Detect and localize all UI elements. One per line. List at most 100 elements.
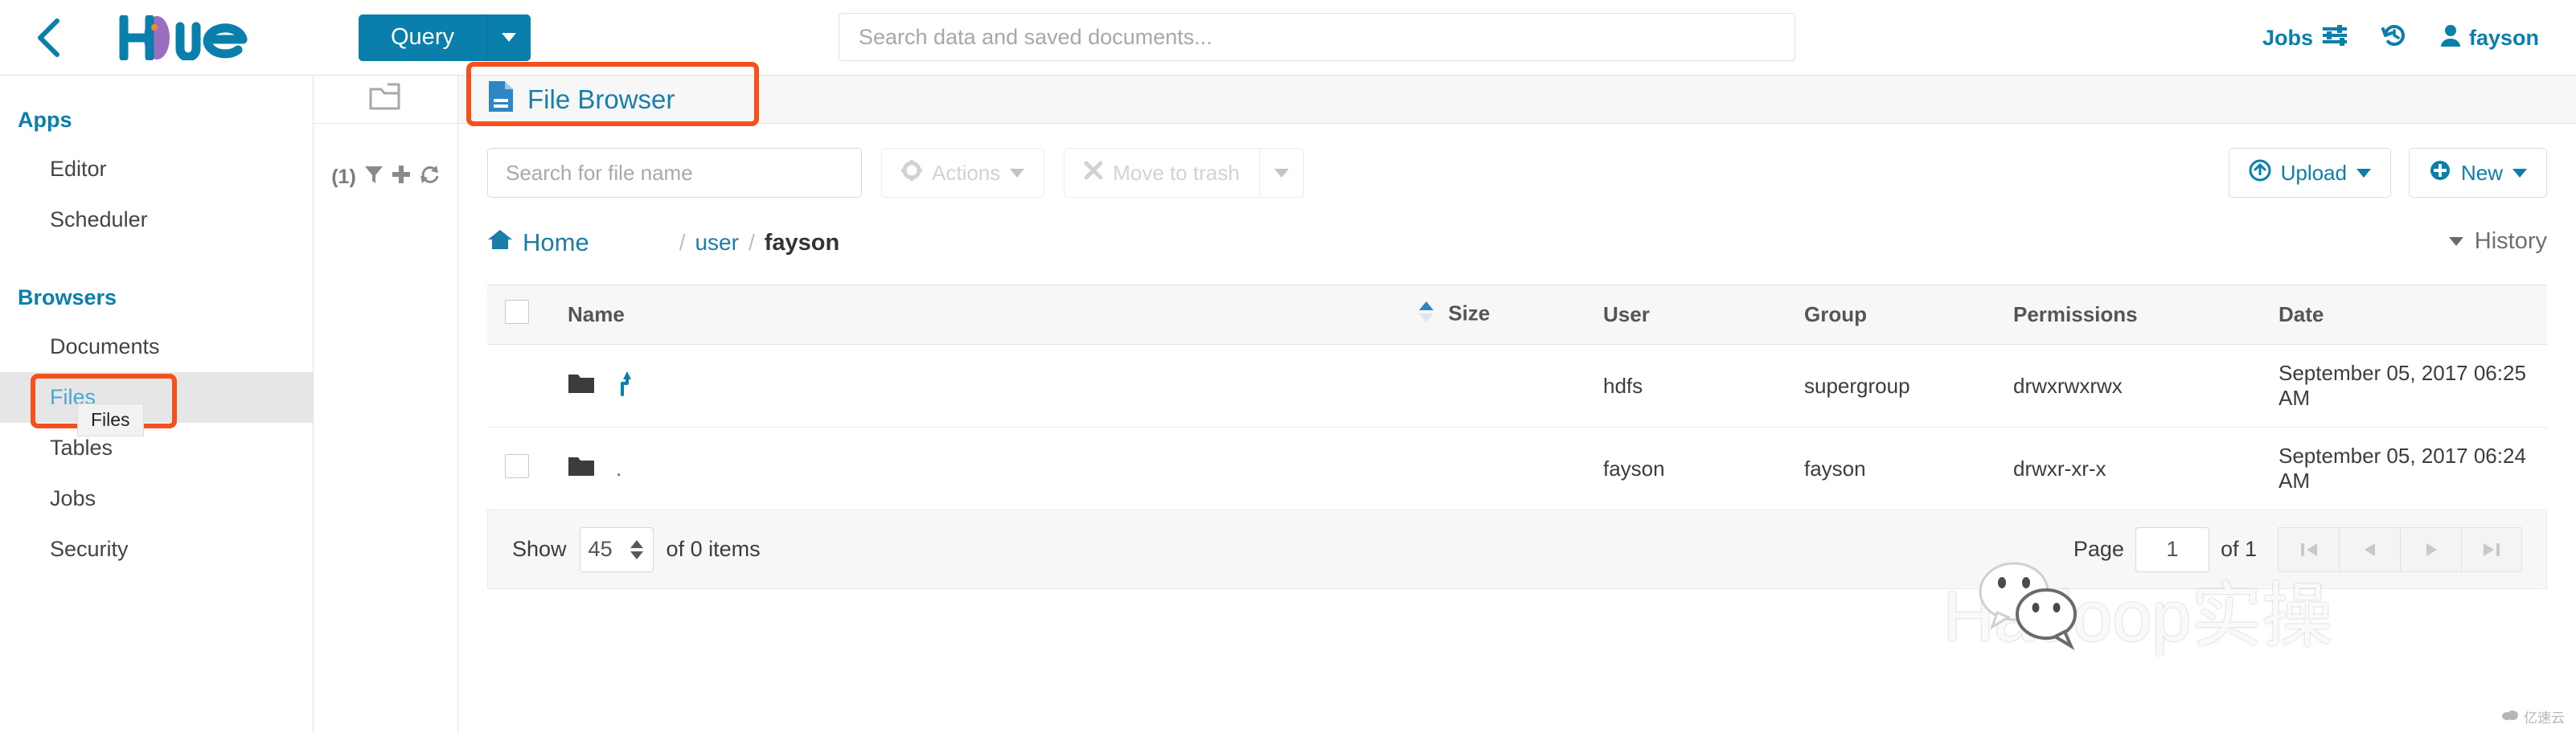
home-icon: [487, 228, 513, 257]
breadcrumb-separator: /: [679, 230, 686, 255]
history-clock-icon: [2381, 22, 2408, 55]
refresh-icon[interactable]: [419, 164, 440, 190]
page-size-control: Show 45 of 0 items: [512, 526, 761, 572]
plus-icon[interactable]: [392, 164, 411, 190]
row-date-cell: September 05, 2017 06:24 AM: [2279, 427, 2547, 510]
hue-file-browser-page: Query Jobs: [0, 0, 2576, 733]
trash-dropdown-toggle[interactable]: [1258, 148, 1304, 198]
select-all-checkbox[interactable]: [505, 300, 529, 324]
x-icon: [1084, 161, 1103, 186]
chevron-down-icon: [1274, 168, 1289, 178]
global-search[interactable]: [839, 13, 1795, 61]
file-search[interactable]: [487, 148, 862, 198]
row-group-cell: fayson: [1804, 427, 2013, 510]
user-menu[interactable]: fayson: [2440, 23, 2539, 53]
breadcrumb-home-label: Home: [523, 228, 589, 256]
plus-circle-icon: [2429, 159, 2451, 187]
jobs-label: Jobs: [2262, 25, 2313, 50]
column-header-name[interactable]: Name: [550, 285, 1418, 345]
column-header-size[interactable]: Size: [1418, 285, 1603, 345]
folder-icon: [568, 372, 595, 400]
row-permissions-cell: drwxr-xr-x: [2013, 427, 2279, 510]
chevron-down-icon: [1010, 168, 1025, 178]
arrow-up-parent-icon[interactable]: [616, 371, 634, 402]
page-size-value: 45: [588, 537, 613, 561]
row-name-cell[interactable]: [550, 344, 1418, 428]
sidebar-item-scheduler[interactable]: Scheduler: [0, 195, 313, 245]
main-panel: File Browser Search for file name Action…: [458, 61, 2576, 733]
sidebar-item-jobs[interactable]: Jobs: [0, 473, 313, 524]
last-page-icon[interactable]: [2461, 526, 2522, 572]
history-toggle[interactable]: History: [2448, 228, 2547, 255]
row-group-cell: supergroup: [1804, 344, 2013, 428]
query-button-group[interactable]: Query: [359, 14, 531, 61]
row-name-cell[interactable]: .: [550, 427, 1418, 510]
breadcrumb: Home / user / fayson History: [458, 198, 2576, 257]
column-header-group[interactable]: Group: [1804, 285, 2013, 345]
page-size-stepper[interactable]: [630, 539, 643, 559]
page-title-bar: File Browser: [458, 61, 2576, 126]
page-number-input[interactable]: 1: [2135, 526, 2209, 572]
breadcrumb-separator: /: [748, 230, 755, 255]
row-checkbox-cell: [487, 427, 550, 510]
table-header-row: Name Size User Group Permissions Date: [487, 285, 2547, 345]
new-label: New: [2460, 160, 2503, 185]
search-input[interactable]: [506, 160, 843, 186]
corner-watermark-label: 亿速云: [2524, 710, 2565, 726]
pager-buttons: [2278, 526, 2522, 572]
new-button[interactable]: New: [2408, 148, 2547, 198]
chevron-down-icon: [2448, 237, 2463, 246]
query-dropdown-toggle[interactable]: [486, 14, 531, 61]
row-date-cell: September 05, 2017 06:25 AM: [2279, 344, 2547, 428]
row-user-cell: fayson: [1603, 427, 1804, 510]
sort-ascending-icon: [1418, 300, 1434, 330]
stepper-up-icon[interactable]: [630, 539, 643, 548]
sidebar-section-browsers-title: Browsers: [18, 285, 117, 309]
first-page-icon[interactable]: [2278, 526, 2339, 572]
file-table-head: Name Size User Group Permissions Date: [487, 285, 2547, 345]
assist-panel: (1): [314, 76, 458, 733]
sidebar-item-files[interactable]: Files: [0, 372, 313, 428]
sidebar-item-security[interactable]: Security: [0, 524, 313, 575]
jobs-link[interactable]: Jobs: [2262, 23, 2348, 53]
row-name-label[interactable]: .: [616, 457, 621, 481]
page-label: Page: [2073, 537, 2124, 561]
chevron-down-icon: [501, 33, 516, 42]
breadcrumb-segment-user[interactable]: user: [695, 230, 738, 256]
breadcrumb-home[interactable]: Home: [487, 228, 589, 257]
next-page-icon[interactable]: [2400, 526, 2461, 572]
prev-page-icon[interactable]: [2339, 526, 2400, 572]
row-checkbox[interactable]: [505, 453, 529, 478]
navbar-right-actions: Jobs fayson: [2262, 0, 2539, 76]
column-header-permissions[interactable]: Permissions: [2013, 285, 2279, 345]
back-button[interactable]: [0, 16, 96, 59]
query-button[interactable]: Query: [359, 14, 487, 61]
breadcrumb-segment-fayson: fayson: [764, 229, 840, 256]
column-header-date[interactable]: Date: [2279, 285, 2547, 345]
row-checkbox-cell: [487, 344, 550, 428]
global-search-input[interactable]: [859, 24, 1775, 50]
sidebar-item-tables[interactable]: Tables: [0, 423, 313, 473]
move-to-trash-button[interactable]: Move to trash: [1064, 148, 1259, 198]
sidebar-item-documents[interactable]: Documents: [0, 321, 313, 372]
row-user-cell: hdfs: [1603, 344, 1804, 428]
page-size-input[interactable]: 45: [579, 526, 654, 572]
hue-logo[interactable]: [117, 14, 286, 60]
page-title-label: File Browser: [527, 84, 675, 114]
column-header-user[interactable]: User: [1603, 285, 1804, 345]
chevron-down-icon: [2512, 168, 2527, 178]
actions-button[interactable]: Actions: [881, 148, 1045, 198]
table-row[interactable]: hdfs supergroup drwxrwxrwx September 05,…: [487, 344, 2547, 428]
table-row[interactable]: . fayson fayson drwxr-xr-x September 05,…: [487, 427, 2547, 510]
funnel-icon[interactable]: [364, 164, 384, 190]
file-table-body: hdfs supergroup drwxrwxrwx September 05,…: [487, 344, 2547, 510]
stepper-down-icon[interactable]: [630, 551, 643, 559]
assist-folder-button[interactable]: [314, 76, 457, 124]
files-tooltip: Files: [77, 403, 144, 436]
sidebar-item-editor[interactable]: Editor: [0, 144, 313, 195]
assist-count-label: (1): [331, 166, 356, 188]
pagination: Page 1 of 1: [2073, 526, 2522, 572]
upload-button[interactable]: Upload: [2228, 148, 2391, 198]
history-button[interactable]: [2381, 22, 2408, 55]
select-all-header: [487, 285, 550, 345]
